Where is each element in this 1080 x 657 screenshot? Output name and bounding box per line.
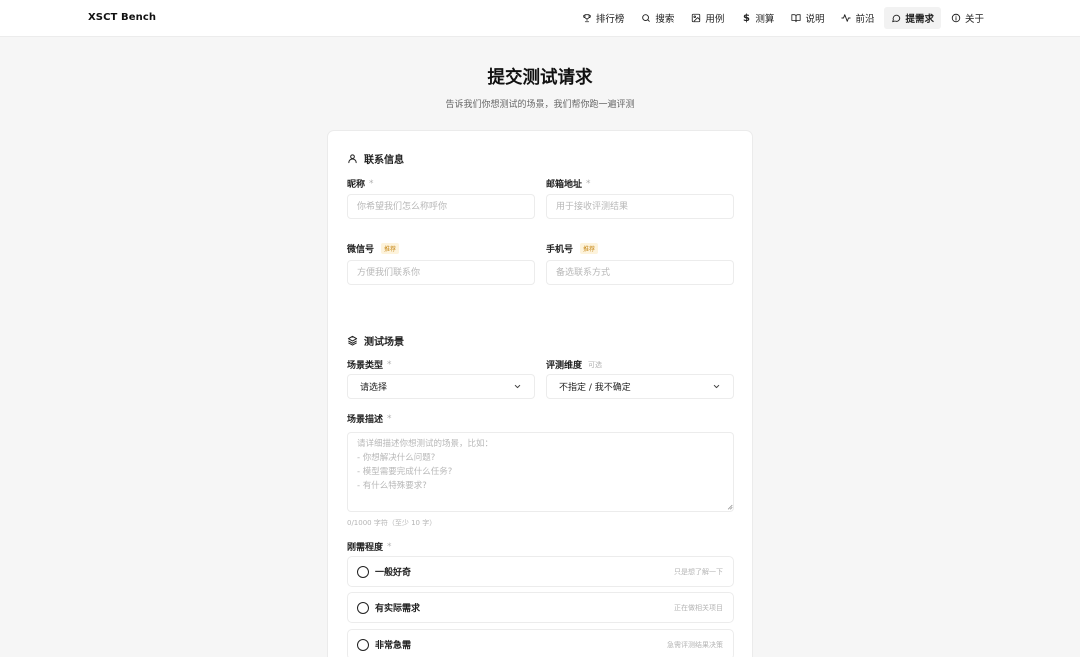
select-value: 请选择 (360, 383, 388, 393)
trophy-icon (583, 14, 591, 23)
section-label: 联系信息 (364, 155, 404, 166)
nav-label: 排行榜 (595, 14, 625, 25)
radio-button[interactable] (357, 565, 369, 578)
nav-label: 搜索 (655, 14, 675, 25)
required-mark: * (387, 359, 392, 370)
label-text: 手机号 (546, 245, 574, 255)
scenario-type-label: 场景类型 * (347, 358, 392, 372)
description-label: 场景描述 * (347, 412, 392, 426)
message-icon (892, 14, 901, 23)
request-form-card: 联系信息 昵称* 邮箱地址* 微信号推荐 手机号推荐 测试场景 场景类型* 请选… (327, 130, 753, 657)
label-text: 评测维度 (546, 361, 583, 371)
wechat-label: 微信号 推荐 (347, 242, 400, 255)
chevron-down-icon (514, 384, 521, 389)
select-value: 不指定 / 我不确定 (559, 383, 631, 393)
urgency-option-curious[interactable]: 一般好奇 只是想了解一下 (347, 556, 734, 587)
label-text: 邮箱地址 (546, 180, 583, 190)
label-text: 场景描述 (347, 415, 384, 425)
option-label: 一般好奇 (375, 568, 412, 578)
nickname-input[interactable] (347, 194, 535, 219)
dollar-icon: $ (742, 12, 750, 24)
nav-item-docs[interactable]: 说明 (784, 7, 831, 29)
nav-item-leaderboard[interactable]: 排行榜 (575, 7, 632, 29)
nav-item-about[interactable]: 关于 (944, 7, 991, 29)
email-label: 邮箱地址 * (546, 177, 591, 191)
nav-item-frontier[interactable]: 前沿 (834, 7, 881, 29)
nav-label: 说明 (805, 14, 825, 25)
phone-input[interactable] (546, 260, 734, 285)
chevron-down-icon (713, 384, 720, 389)
label-text: 微信号 (347, 245, 375, 255)
page-title: 提交测试请求 (487, 68, 593, 88)
dimension-select[interactable]: 不指定 / 我不确定 (546, 374, 734, 399)
label-text: 刚需程度 (347, 543, 384, 553)
label-text: 昵称 (347, 180, 366, 190)
phone-label: 手机号 推荐 (546, 242, 599, 255)
urgency-option-real-need[interactable]: 有实际需求 正在做相关项目 (347, 592, 734, 623)
search-icon (642, 14, 651, 22)
image-icon (692, 13, 701, 23)
required-mark: * (387, 541, 392, 552)
nav-item-request[interactable]: 提需求 (884, 7, 941, 29)
optional-hint: 可选 (588, 360, 603, 369)
required-mark: * (586, 178, 591, 189)
required-mark: * (387, 413, 392, 424)
scenario-type-select[interactable]: 请选择 (347, 374, 535, 399)
radio-button[interactable] (357, 601, 369, 614)
info-icon (951, 13, 961, 23)
required-mark: * (369, 178, 374, 189)
top-navbar: XSCT Bench 排行榜 搜索 用例 $ 测算 说明 前沿 提需求 关于 (0, 0, 1080, 37)
option-label: 非常急需 (375, 641, 412, 651)
nav-label: 前沿 (855, 14, 875, 25)
recommended-badge: 推荐 (580, 243, 599, 254)
email-input[interactable] (546, 194, 734, 219)
nav-item-pricing[interactable]: $ 测算 (734, 7, 781, 29)
label-text: 场景类型 (347, 361, 384, 371)
book-icon (791, 14, 802, 23)
option-hint: 只是想了解一下 (674, 567, 723, 576)
section-label: 测试场景 (364, 337, 404, 348)
nav-label: 关于 (964, 14, 984, 25)
recommended-badge: 推荐 (381, 243, 400, 254)
scenario-section-title: 测试场景 (347, 333, 404, 348)
nav-label: 用例 (705, 14, 725, 25)
layers-icon (347, 335, 358, 346)
nav-label: 提需求 (905, 14, 934, 25)
option-hint: 急需评测结果决策 (667, 640, 723, 649)
dimension-label: 评测维度 可选 (546, 358, 603, 372)
page-subtitle: 告诉我们你想测试的场景，我们帮你跑一遍评测 (445, 100, 635, 110)
char-counter: 0/1000 字符（至少 10 字） (347, 519, 437, 527)
brand-logo[interactable]: XSCT Bench (88, 12, 156, 23)
main-nav: 排行榜 搜索 用例 $ 测算 说明 前沿 提需求 关于 (572, 7, 991, 29)
wechat-input[interactable] (347, 260, 535, 285)
description-textarea[interactable] (347, 432, 734, 512)
contact-section-title: 联系信息 (347, 151, 404, 166)
nav-item-search[interactable]: 搜索 (634, 7, 681, 29)
nav-item-cases[interactable]: 用例 (684, 7, 731, 29)
user-icon (348, 154, 357, 164)
urgency-label: 刚需程度 * (347, 540, 392, 554)
activity-icon (841, 14, 852, 22)
nav-label: 测算 (755, 14, 775, 25)
radio-button[interactable] (357, 638, 369, 651)
nickname-label: 昵称 * (347, 177, 374, 191)
option-label: 有实际需求 (375, 604, 421, 614)
urgency-option-urgent[interactable]: 非常急需 急需评测结果决策 (347, 629, 734, 657)
resize-handle-icon[interactable] (726, 503, 733, 510)
option-hint: 正在做相关项目 (674, 603, 723, 612)
